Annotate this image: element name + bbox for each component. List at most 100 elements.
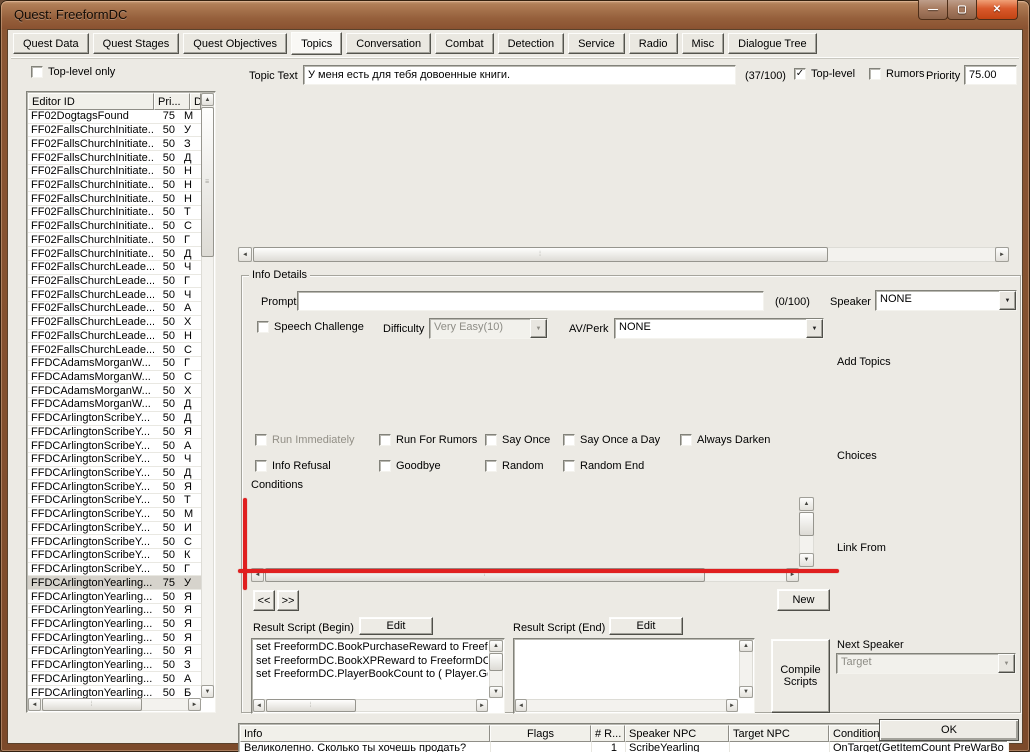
flag-checkbox[interactable]: Random End [563,460,644,472]
tab[interactable]: Quest Data [13,33,89,54]
editor-id-row[interactable]: FF02FallsChurchInitiate... 50 С [28,220,202,234]
editor-id-list[interactable]: Editor ID Pri... D FF02DogtagsFound 75 М… [26,91,216,713]
speaker-combo[interactable]: NONE ▼ [875,290,1017,311]
editor-id-row[interactable]: FFDCArlingtonScribeY... 50 К [28,549,202,563]
tab[interactable]: Detection [498,33,564,54]
maximize-button[interactable]: ▢ [947,0,977,20]
script-end-hscrollbar[interactable]: ◄ ► [515,699,738,712]
info-row[interactable]: Великолепно. Сколько ты хочешь продать? … [240,742,1007,752]
tab[interactable]: Conversation [346,33,431,54]
scroll-up-icon[interactable]: ▲ [489,640,503,652]
scroll-left-icon[interactable]: ◄ [253,699,265,712]
tab[interactable]: Quest Stages [93,33,180,54]
hscroll-thumb[interactable]: ⦙ [253,247,828,262]
scroll-up-icon[interactable]: ▲ [739,640,753,652]
compile-scripts-button[interactable]: Compile Scripts [771,639,830,713]
scroll-right-icon[interactable]: ► [995,247,1009,262]
editor-id-row[interactable]: FFDCArlingtonYearling... 50 З [28,659,202,673]
editor-id-row[interactable]: FF02FallsChurchLeade... 50 Г [28,275,202,289]
editor-id-row[interactable]: FF02FallsChurchLeade... 50 Х [28,316,202,330]
column-header-editor-id[interactable]: Editor ID [28,93,154,110]
editor-id-row[interactable]: FF02FallsChurchLeade... 50 Ч [28,261,202,275]
tab[interactable]: Quest Objectives [183,33,287,54]
editor-id-row[interactable]: FFDCArlingtonYearling... 50 Я [28,631,202,645]
flag-checkbox[interactable]: Random [485,460,544,472]
top-level-checkbox[interactable]: ✓ Top-level [794,68,855,80]
scroll-up-icon[interactable]: ▲ [799,497,814,511]
top-level-only-checkbox[interactable]: Top-level only [31,66,115,78]
editor-id-row[interactable]: FFDCArlingtonScribeY... 50 С [28,535,202,549]
column-header-responses[interactable]: # R... [591,725,625,742]
hscroll-thumb[interactable]: ⦙ [42,698,142,711]
editor-id-row[interactable]: FF02FallsChurchLeade... 50 А [28,302,202,316]
scroll-right-icon[interactable]: ► [188,698,201,711]
flag-checkbox[interactable]: Say Once a Day [563,434,660,446]
editor-id-row[interactable]: FF02FallsChurchLeade... 50 Ч [28,288,202,302]
editor-id-row[interactable]: FF02FallsChurchInitiate... 50 Н [28,165,202,179]
chevron-down-icon[interactable]: ▼ [999,291,1016,310]
editor-id-row[interactable]: FFDCAdamsMorganW... 50 С [28,371,202,385]
info-table-hscrollbar[interactable]: ◄ ⦙ ► [238,247,1009,262]
scroll-down-icon[interactable]: ▼ [489,686,503,698]
flag-checkbox[interactable]: Info Refusal [255,460,331,472]
editor-id-row[interactable]: FFDCArlingtonYearling... 50 Я [28,604,202,618]
tab[interactable]: Misc [682,33,725,54]
editor-id-row[interactable]: FFDCArlingtonScribeY... 50 Я [28,480,202,494]
editor-id-row[interactable]: FF02FallsChurchInitiate... 50 Н [28,179,202,193]
column-header-priority[interactable]: Pri... [154,93,190,110]
editor-id-row[interactable]: FF02FallsChurchInitiate... 50 Н [28,192,202,206]
editor-id-row[interactable]: FFDCArlingtonScribeY... 50 Я [28,426,202,440]
scroll-right-icon[interactable]: ► [726,699,738,712]
tab[interactable]: Combat [435,33,494,54]
editor-id-row[interactable]: FFDCArlingtonScribeY... 50 Д [28,467,202,481]
tab[interactable]: Radio [629,33,678,54]
scroll-right-icon[interactable]: ► [476,699,488,712]
editor-id-row[interactable]: FF02FallsChurchInitiate... 50 Д [28,151,202,165]
vscroll-thumb[interactable]: ≡ [201,107,214,257]
rumors-checkbox[interactable]: Rumors [869,68,925,80]
script-end-vscrollbar[interactable]: ▲ ▼ [739,640,753,698]
minimize-button[interactable]: — [918,0,948,20]
conditions-vscrollbar[interactable]: ▲ ▼ [799,497,814,567]
scroll-left-icon[interactable]: ◄ [28,698,41,711]
scroll-down-icon[interactable]: ▼ [739,686,753,698]
editor-id-row[interactable]: FFDCArlingtonYearling... 75 У [28,576,202,590]
priority-input[interactable]: 75.00 [964,65,1017,85]
edit-end-button[interactable]: Edit [609,617,683,635]
scroll-down-icon[interactable]: ▼ [201,685,214,698]
flag-checkbox[interactable]: Run Immediately [255,434,355,446]
edit-begin-button[interactable]: Edit [359,617,433,635]
editor-id-row[interactable]: FFDCArlingtonYearling... 50 А [28,672,202,686]
new-button[interactable]: New [777,589,830,611]
flag-checkbox[interactable]: Run For Rumors [379,434,477,446]
chevron-down-icon[interactable]: ▼ [806,319,823,338]
scroll-up-icon[interactable]: ▲ [201,93,214,106]
editor-list-hscrollbar[interactable]: ◄ ⦙ ► [28,698,201,711]
editor-id-row[interactable]: FFDCArlingtonScribeY... 50 Т [28,494,202,508]
column-header-target-npc[interactable]: Target NPC [729,725,829,742]
editor-id-row[interactable]: FFDCArlingtonScribeY... 50 Г [28,563,202,577]
column-header-d[interactable]: D [190,93,201,110]
editor-id-row[interactable]: FFDCArlingtonScribeY... 50 Ч [28,453,202,467]
vscroll-thumb[interactable] [799,512,814,536]
editor-id-row[interactable]: FF02FallsChurchInitiate... 50 Д [28,247,202,261]
flag-checkbox[interactable]: Always Darken [680,434,770,446]
editor-id-row[interactable]: FFDCArlingtonYearling... 50 Я [28,618,202,632]
flag-checkbox[interactable]: Say Once [485,434,550,446]
column-header-info[interactable]: Info [240,725,490,742]
editor-id-row[interactable]: FF02FallsChurchInitiate... 50 Г [28,233,202,247]
editor-id-row[interactable]: FF02FallsChurchInitiate... 50 У [28,124,202,138]
editor-id-row[interactable]: FFDCArlingtonScribeY... 50 А [28,439,202,453]
topic-text-input[interactable]: У меня есть для тебя довоенные книги. [303,65,736,85]
editor-id-row[interactable]: FFDCArlingtonScribeY... 50 М [28,508,202,522]
ok-button[interactable]: OK [879,719,1019,741]
editor-id-row[interactable]: FFDCArlingtonYearling... 50 Я [28,590,202,604]
script-begin-hscrollbar[interactable]: ◄ ⦙ ► [253,699,488,712]
tab[interactable]: Service [568,33,625,54]
editor-id-row[interactable]: FFDCArlingtonScribeY... 50 И [28,522,202,536]
editor-id-row[interactable]: FFDCArlingtonScribeY... 50 Д [28,412,202,426]
flag-checkbox[interactable]: Goodbye [379,460,441,472]
close-button[interactable]: ✕ [976,0,1018,20]
prev-info-button[interactable]: << [253,590,275,611]
editor-id-row[interactable]: FFDCArlingtonYearling... 50 Я [28,645,202,659]
